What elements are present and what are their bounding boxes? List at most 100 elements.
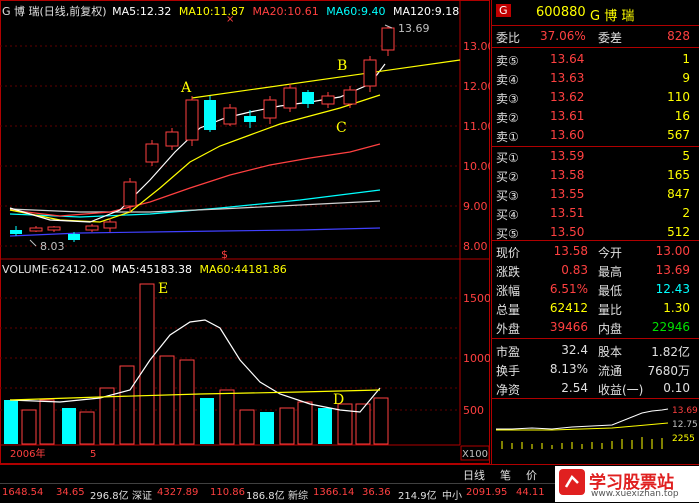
kline-chart-area[interactable]: 13.00 12.00 11.00 10.00 9.00 8.00 1500 1… — [0, 0, 495, 464]
volume-bar[interactable] — [119, 365, 135, 445]
buy-price: 13.58 — [550, 168, 585, 182]
volume-tick-label: 1500 — [463, 292, 490, 305]
volume-bar[interactable] — [239, 409, 255, 445]
buy-volume: 2 — [682, 206, 690, 220]
stat-label: 最低 — [598, 284, 623, 298]
stat-label: 涨幅 — [496, 284, 521, 298]
candle-body[interactable] — [165, 131, 179, 147]
stat-value: 0.83 — [561, 263, 588, 277]
sell-price: 13.61 — [550, 109, 585, 123]
candle-body[interactable] — [10, 230, 22, 234]
candle-body[interactable] — [343, 89, 357, 105]
wei-cha-value: 828 — [667, 29, 690, 43]
buy-volume: 512 — [667, 225, 690, 239]
candle-body[interactable] — [29, 227, 43, 232]
candle-body[interactable] — [204, 100, 216, 130]
buy-order-row[interactable]: 买④ 13.51 2 — [492, 204, 699, 223]
candle-body[interactable] — [185, 99, 199, 141]
sell-volume: 16 — [674, 109, 690, 123]
volume-ma60-line — [9, 389, 381, 401]
code-box: G — [496, 4, 511, 17]
buy-order-row[interactable]: 买① 13.59 5 — [492, 147, 699, 166]
ma5-line — [9, 63, 386, 223]
annotation-d: D — [333, 392, 344, 408]
buy-order-row[interactable]: 买② 13.58 165 — [492, 166, 699, 185]
tab-jia[interactable]: 价 — [526, 467, 537, 483]
stat-label: 总量 — [496, 303, 521, 317]
volume-tick-label: 1000 — [463, 352, 490, 365]
ma20-value: MA20:10.61 — [252, 5, 319, 18]
kline-chart[interactable]: 13.00 12.00 11.00 10.00 9.00 8.00 1500 1… — [0, 0, 495, 464]
volume-bar[interactable] — [179, 359, 195, 445]
volume-bars[interactable] — [4, 283, 389, 445]
candle-body[interactable] — [283, 87, 297, 109]
volume-bar[interactable] — [318, 408, 332, 444]
sell-order-row[interactable]: 卖⑤ 13.64 1 — [492, 50, 699, 69]
sell-order-row[interactable]: 卖④ 13.63 9 — [492, 69, 699, 88]
volume-bar[interactable] — [79, 411, 95, 445]
mini-tick-label: 13.69 — [672, 406, 698, 416]
price-tick-label: 12.00 — [463, 80, 490, 93]
candle-body[interactable] — [321, 95, 335, 105]
volume-bar[interactable] — [373, 397, 389, 445]
fund-row: 换手 8.13% 流通 7680万 — [492, 360, 699, 379]
candle-body[interactable] — [85, 225, 99, 231]
volume-tick-label: 500 — [463, 404, 484, 417]
tab-bi[interactable]: 笔 — [500, 467, 511, 483]
buy-order-row[interactable]: 买③ 13.55 847 — [492, 185, 699, 204]
mini-intraday-chart[interactable]: 13.69 12.75 2255 — [492, 399, 699, 464]
sell-level-label: 卖① — [496, 130, 519, 144]
volume-bar[interactable] — [297, 401, 313, 445]
volume-bar[interactable] — [200, 398, 214, 444]
sell-price: 13.62 — [550, 90, 585, 104]
event-marker[interactable]: $ — [221, 248, 228, 261]
volume-bar[interactable] — [39, 399, 55, 445]
tab-daily[interactable]: 日线 — [463, 467, 485, 483]
candle-body[interactable] — [263, 99, 277, 119]
candle-body[interactable] — [103, 221, 117, 229]
volume-bar[interactable] — [159, 355, 175, 445]
stat-label: 涨跌 — [496, 265, 521, 279]
volume-bar[interactable] — [21, 409, 37, 445]
candle-body[interactable] — [244, 116, 256, 122]
volume-bar[interactable] — [219, 389, 235, 445]
candle-body[interactable] — [47, 226, 61, 231]
wei-bi-row: 委比 37.06% 委差 828 — [492, 27, 699, 46]
candle-body[interactable] — [145, 143, 159, 163]
volume-bar[interactable] — [279, 407, 295, 445]
stat-label: 今开 — [598, 246, 623, 260]
stock-code: 600880 — [536, 5, 586, 20]
small-index-value: 2091.95 — [466, 487, 508, 498]
sell-order-row[interactable]: 卖① 13.60 567 — [492, 126, 699, 145]
stat-label: 最高 — [598, 265, 623, 279]
stat-value: 13.58 — [553, 244, 588, 258]
volume-bar[interactable] — [355, 403, 371, 445]
mini-tick-label: 2255 — [672, 434, 695, 444]
sell-order-row[interactable]: 卖② 13.61 16 — [492, 107, 699, 126]
new-amount: 214.9亿 — [398, 491, 437, 502]
candle-body[interactable] — [223, 107, 237, 125]
sell-price: 13.63 — [550, 71, 585, 85]
wei-bi-value: 37.06% — [540, 29, 586, 43]
volume-ma5-value: MA5:45183.38 — [111, 263, 192, 276]
candle-body[interactable] — [363, 59, 377, 87]
volume-bar[interactable] — [260, 412, 274, 444]
quote-panel: G 600880 G 博 瑞 委比 37.06% 委差 828 卖⑤ 13.64 1… — [491, 0, 699, 464]
volume-bar[interactable] — [62, 408, 76, 444]
sell-volume: 567 — [667, 128, 690, 142]
candle-body[interactable] — [302, 92, 314, 104]
fund-row: 净资 2.54 收益(一) 0.10 — [492, 379, 699, 398]
candle-body[interactable] — [381, 27, 395, 51]
fund-value: 8.13% — [549, 362, 588, 376]
fund-label: 收益(一) — [598, 383, 644, 397]
sell-order-row[interactable]: 卖③ 13.62 110 — [492, 88, 699, 107]
year-label: 2006年 — [10, 447, 45, 460]
sell-level-label: 卖② — [496, 111, 519, 125]
candle-body[interactable] — [68, 234, 80, 240]
candle-body[interactable] — [123, 181, 137, 207]
sell-level-label: 卖⑤ — [496, 54, 519, 68]
sz-index-value: 4327.89 — [157, 487, 199, 498]
stat-row: 现价 13.58 今开 13.00 — [492, 242, 699, 261]
fund-label: 流通 — [598, 364, 623, 378]
volume-bar[interactable] — [4, 400, 18, 444]
